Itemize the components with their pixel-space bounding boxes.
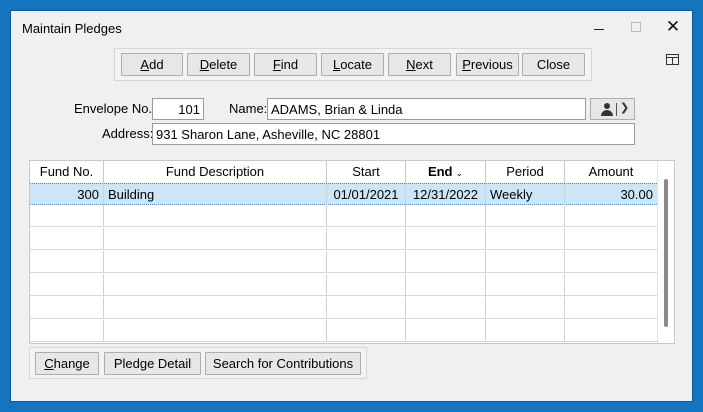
toolbar: Add Delete Find Locate Next Previous Clo…: [114, 48, 592, 81]
empty-cell: [327, 228, 406, 249]
cell-end: 12/31/2022: [406, 184, 486, 205]
scroll-thumb[interactable]: [664, 179, 668, 327]
empty-cell: [104, 274, 327, 295]
maximize-button[interactable]: [625, 17, 647, 37]
name-input[interactable]: [267, 98, 586, 120]
header-amount[interactable]: Amount: [565, 161, 657, 183]
find-button[interactable]: Find: [254, 53, 317, 76]
empty-cell: [406, 228, 486, 249]
empty-cell: [486, 297, 565, 318]
table-row[interactable]: 300 Building 01/01/2021 12/31/2022 Weekl…: [30, 183, 657, 205]
empty-cell: [565, 274, 657, 295]
empty-cell: [565, 320, 657, 341]
chevron-down-icon: ❯: [620, 102, 630, 114]
cell-fund-no: 300: [30, 184, 104, 205]
header-fund-description[interactable]: Fund Description: [104, 161, 327, 183]
layout-icon[interactable]: [666, 54, 679, 65]
minimize-button[interactable]: [588, 17, 610, 37]
empty-cell: [30, 205, 104, 226]
person-lookup-button[interactable]: ❯: [590, 98, 635, 120]
empty-row[interactable]: [30, 297, 657, 319]
empty-cell: [565, 251, 657, 272]
cell-amount: 30.00: [620, 187, 653, 202]
maintain-pledges-window: Maintain Pledges ✕ Add Delete Find Locat…: [10, 10, 693, 402]
next-button[interactable]: Next: [388, 53, 451, 76]
empty-cell: [486, 251, 565, 272]
header-period[interactable]: Period: [486, 161, 565, 183]
empty-cell: [104, 320, 327, 341]
empty-cell: [104, 297, 327, 318]
grid-scrollbar[interactable]: [657, 161, 674, 343]
cell-period: Weekly: [486, 184, 565, 205]
address-input[interactable]: [152, 123, 635, 145]
empty-cell: [104, 205, 327, 226]
pledges-grid: Fund No. Fund Description Start End ⌄ Per…: [29, 160, 675, 344]
pledge-detail-button[interactable]: Pledge Detail: [104, 352, 201, 375]
empty-cell: [104, 228, 327, 249]
address-label: Address:: [102, 126, 154, 141]
empty-row[interactable]: [30, 228, 657, 250]
empty-row[interactable]: [30, 320, 657, 342]
person-icon: [604, 103, 610, 109]
locate-button[interactable]: Locate: [321, 53, 384, 76]
header-end[interactable]: End ⌄: [406, 161, 486, 183]
envelope-input[interactable]: [152, 98, 204, 120]
empty-cell: [30, 228, 104, 249]
cell-fund-description: Building: [104, 184, 327, 205]
delete-button[interactable]: Delete: [187, 53, 250, 76]
empty-cell: [327, 297, 406, 318]
sort-desc-icon: ⌄: [455, 168, 464, 178]
name-label: Name:: [229, 101, 268, 116]
change-button[interactable]: Change: [35, 352, 99, 375]
empty-row[interactable]: [30, 274, 657, 296]
header-fund-no[interactable]: Fund No.: [30, 161, 104, 183]
empty-cell: [406, 251, 486, 272]
empty-cell: [486, 274, 565, 295]
add-button[interactable]: Add: [121, 53, 183, 76]
empty-cell: [406, 320, 486, 341]
empty-cell: [30, 274, 104, 295]
empty-cell: [565, 228, 657, 249]
empty-cell: [406, 274, 486, 295]
empty-cell: [30, 297, 104, 318]
empty-cell: [327, 251, 406, 272]
empty-cell: [327, 205, 406, 226]
envelope-label: Envelope No.:: [74, 101, 156, 116]
grid-header: Fund No. Fund Description Start End ⌄ Per…: [30, 161, 657, 184]
empty-cell: [406, 297, 486, 318]
empty-cell: [486, 205, 565, 226]
empty-cell: [30, 251, 104, 272]
empty-row[interactable]: [30, 251, 657, 273]
bottom-toolbar: Change Pledge Detail Search for Contribu…: [29, 347, 367, 379]
window-title: Maintain Pledges: [22, 21, 122, 36]
previous-button[interactable]: Previous: [456, 53, 519, 76]
close-window-button[interactable]: ✕: [662, 17, 684, 37]
empty-cell: [486, 228, 565, 249]
empty-cell: [30, 320, 104, 341]
empty-cell: [104, 251, 327, 272]
title-bar[interactable]: Maintain Pledges ✕: [11, 11, 692, 43]
empty-cell: [406, 205, 486, 226]
search-contributions-button[interactable]: Search for Contributions: [205, 352, 361, 375]
empty-cell: [565, 205, 657, 226]
empty-cell: [327, 274, 406, 295]
empty-cell: [327, 320, 406, 341]
cell-start: 01/01/2021: [327, 184, 406, 205]
empty-cell: [565, 297, 657, 318]
close-button[interactable]: Close: [522, 53, 585, 76]
empty-cell: [486, 320, 565, 341]
empty-row[interactable]: [30, 205, 657, 227]
header-start[interactable]: Start: [327, 161, 406, 183]
